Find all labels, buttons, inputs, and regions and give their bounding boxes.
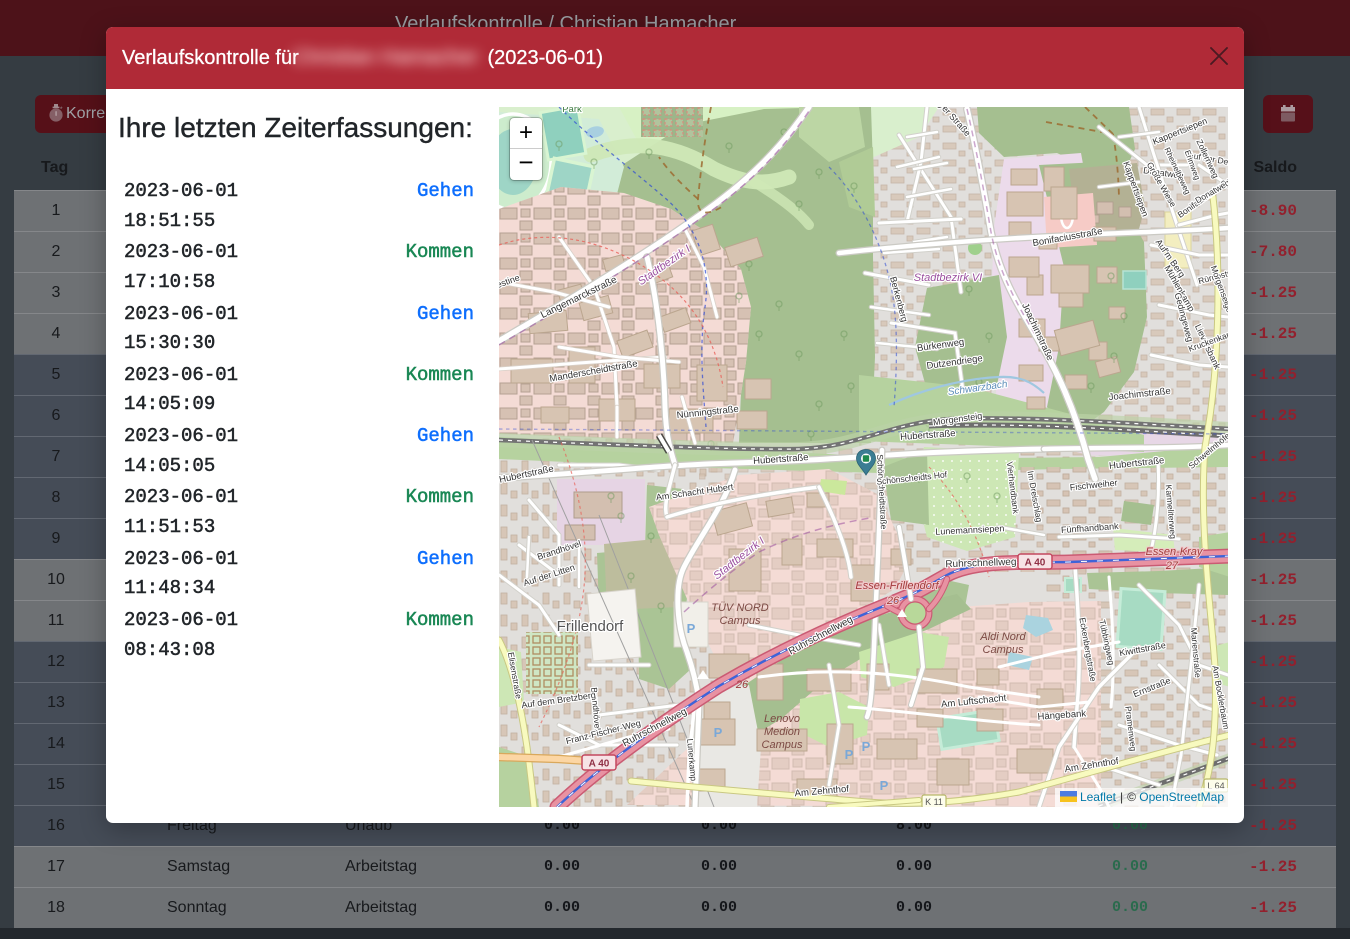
svg-text:TÜV NORD: TÜV NORD bbox=[711, 602, 769, 614]
svg-text:Essen-Kray: Essen-Kray bbox=[1146, 546, 1204, 558]
svg-text:Frillendorf: Frillendorf bbox=[557, 618, 625, 635]
svg-text:P: P bbox=[845, 747, 854, 762]
svg-text:P: P bbox=[687, 621, 696, 636]
svg-text:A 40: A 40 bbox=[589, 759, 610, 770]
svg-text:Medion: Medion bbox=[764, 726, 800, 738]
svg-text:K 11: K 11 bbox=[925, 797, 943, 807]
svg-text:26: 26 bbox=[735, 679, 749, 691]
svg-text:26: 26 bbox=[886, 595, 900, 607]
svg-text:Campus: Campus bbox=[983, 644, 1024, 656]
svg-text:27: 27 bbox=[1165, 560, 1179, 572]
svg-text:P: P bbox=[862, 739, 871, 754]
svg-text:Lenovo: Lenovo bbox=[764, 713, 800, 725]
svg-text:Aldi Nord: Aldi Nord bbox=[979, 631, 1026, 643]
svg-text:P: P bbox=[714, 725, 723, 740]
svg-text:P: P bbox=[880, 778, 889, 793]
svg-text:Stadtbezirk VI: Stadtbezirk VI bbox=[914, 272, 982, 284]
svg-text:Campus: Campus bbox=[720, 615, 761, 627]
svg-text:Campus: Campus bbox=[762, 739, 803, 751]
svg-text:A 40: A 40 bbox=[1025, 558, 1046, 569]
svg-text:Essen-Frillendorf: Essen-Frillendorf bbox=[855, 580, 939, 592]
svg-text:Park: Park bbox=[562, 107, 582, 115]
